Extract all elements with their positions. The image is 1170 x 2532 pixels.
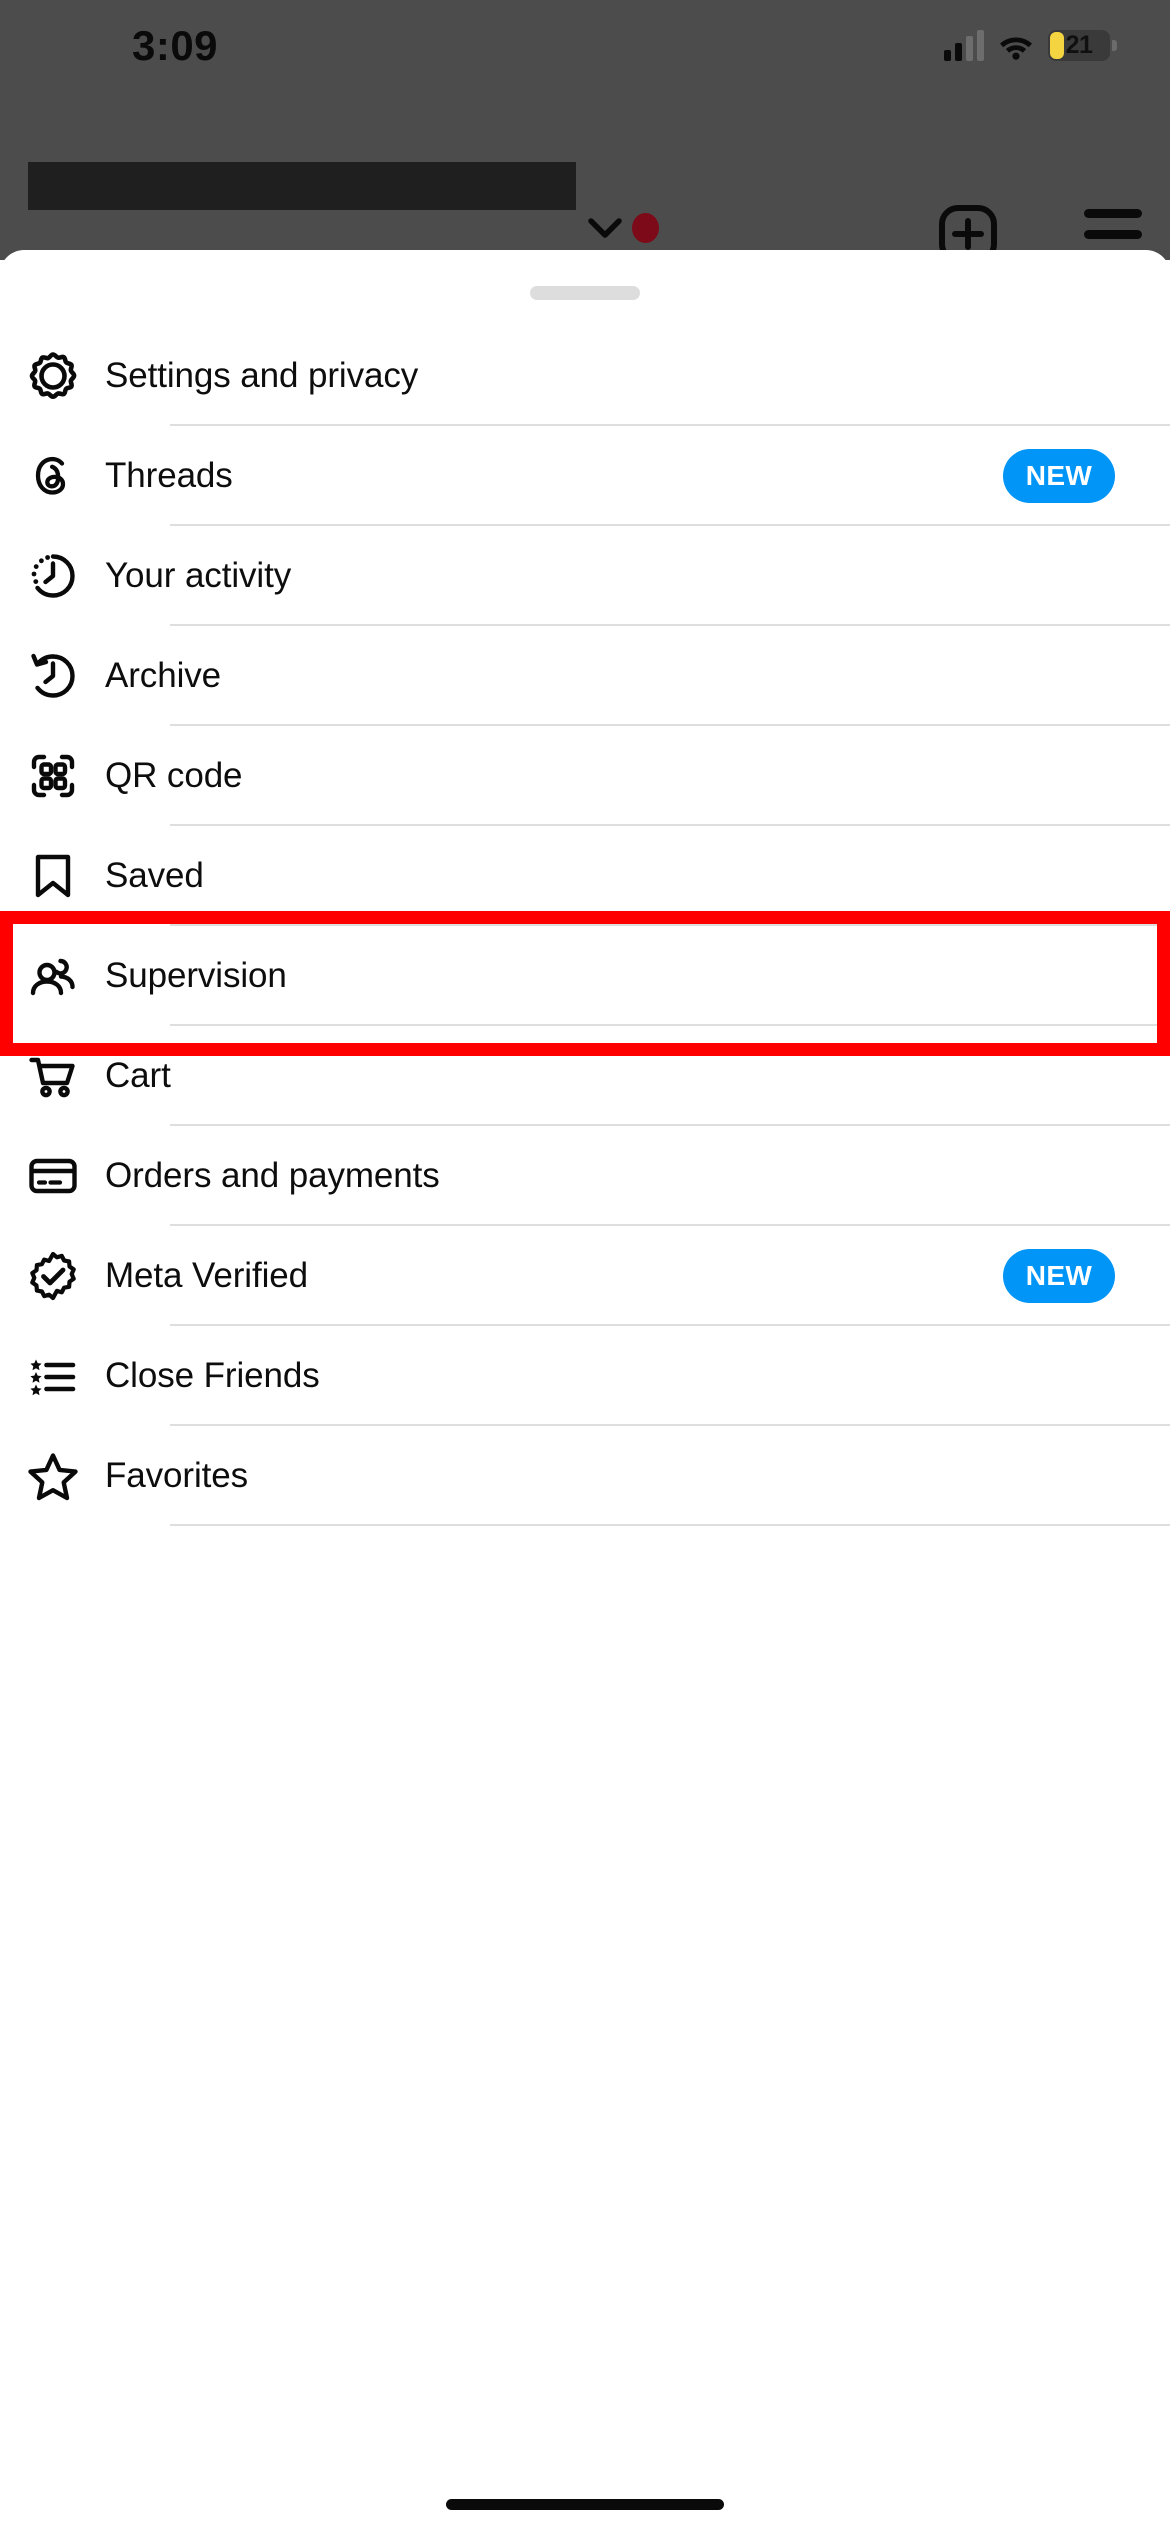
menu-item-supervision[interactable]: Supervision xyxy=(0,926,1170,1026)
status-bar-clock: 3:09 xyxy=(131,22,219,69)
verified-badge-icon xyxy=(25,1248,81,1304)
menu-item-label: Settings and privacy xyxy=(105,356,419,395)
chevron-down-icon[interactable] xyxy=(588,217,622,239)
wifi-icon xyxy=(1000,37,1032,60)
menu-item-archive[interactable]: Archive xyxy=(0,626,1170,726)
home-indicator xyxy=(446,2499,724,2510)
star-icon xyxy=(25,1448,81,1504)
activity-clock-icon xyxy=(25,548,81,604)
menu-item-label: Close Friends xyxy=(105,1356,320,1395)
menu-item-threads[interactable]: Threads NEW xyxy=(0,426,1170,526)
new-badge: NEW xyxy=(1003,449,1115,503)
menu-item-close-friends[interactable]: Close Friends xyxy=(0,1326,1170,1426)
qr-code-icon xyxy=(25,748,81,804)
sheet-drag-handle[interactable] xyxy=(530,286,640,300)
menu-item-label: Threads xyxy=(105,456,233,495)
battery-icon: 21 xyxy=(1048,30,1117,61)
menu-item-your-activity[interactable]: Your activity xyxy=(0,526,1170,626)
archive-clock-back-icon xyxy=(25,648,81,704)
menu-item-favorites[interactable]: Favorites xyxy=(0,1426,1170,1526)
username-redacted-bar[interactable] xyxy=(28,162,576,210)
status-bar: 3:09 21 xyxy=(0,0,1170,105)
menu-item-saved[interactable]: Saved xyxy=(0,826,1170,926)
menu-item-meta-verified[interactable]: Meta Verified NEW xyxy=(0,1226,1170,1326)
battery-percent-label: 21 xyxy=(1065,31,1093,59)
menu-item-label: Orders and payments xyxy=(105,1156,440,1195)
menu-item-label: Meta Verified xyxy=(105,1256,308,1295)
phone-screen: 3:09 21 Settings and privacy Threads NEW… xyxy=(0,0,1170,2532)
row-divider xyxy=(170,1524,1170,1526)
bookmark-icon xyxy=(25,848,81,904)
account-menu-sheet: Settings and privacy Threads NEW Your ac… xyxy=(0,250,1170,2532)
shopping-cart-icon xyxy=(25,1048,81,1104)
menu-item-label: QR code xyxy=(105,756,243,795)
menu-item-label: Cart xyxy=(105,1056,171,1095)
gear-icon xyxy=(25,348,81,404)
menu-list: Settings and privacy Threads NEW Your ac… xyxy=(0,326,1170,1526)
cellular-signal-icon xyxy=(944,29,984,61)
app-header xyxy=(0,105,1170,263)
menu-item-label: Favorites xyxy=(105,1456,249,1495)
menu-item-qr-code[interactable]: QR code xyxy=(0,726,1170,826)
threads-logo-icon xyxy=(25,448,81,504)
new-badge: NEW xyxy=(1003,1249,1115,1303)
menu-item-label: Supervision xyxy=(105,956,287,995)
two-people-icon xyxy=(25,948,81,1004)
menu-item-label: Archive xyxy=(105,656,222,695)
menu-item-label: Your activity xyxy=(105,556,292,595)
unread-indicator-dot xyxy=(632,213,659,243)
menu-item-settings-and-privacy[interactable]: Settings and privacy xyxy=(0,326,1170,426)
close-friends-list-icon xyxy=(25,1348,81,1404)
menu-item-label: Saved xyxy=(105,856,204,895)
credit-card-icon xyxy=(25,1148,81,1204)
menu-item-orders-and-payments[interactable]: Orders and payments xyxy=(0,1126,1170,1226)
menu-item-cart[interactable]: Cart xyxy=(0,1026,1170,1126)
status-bar-indicators: 21 xyxy=(944,29,1117,61)
